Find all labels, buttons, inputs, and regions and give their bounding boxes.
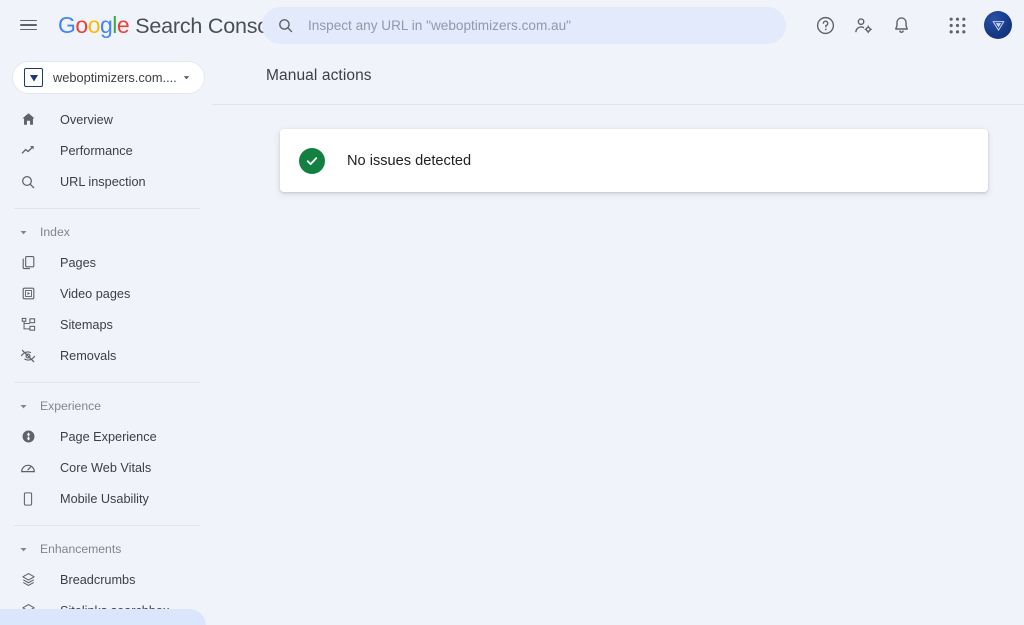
main-content: Manual actions No issues detected <box>212 50 1024 625</box>
property-selector-label: weboptimizers.com.... <box>53 70 177 85</box>
sidebar-item-label: Pages <box>60 255 96 270</box>
check-circle-icon <box>299 147 325 174</box>
sidebar-divider <box>14 382 200 383</box>
search-icon <box>279 19 293 33</box>
sidebar-item-label: Sitemaps <box>60 317 113 332</box>
sidebar-divider <box>14 208 200 209</box>
sidebar-item-breadcrumbs[interactable]: Breadcrumbs <box>0 564 200 595</box>
caret-down-icon <box>20 230 27 234</box>
layers-stack-icon <box>18 571 38 588</box>
sidebar-item-performance[interactable]: Performance <box>0 135 200 166</box>
sidebar-item-label: Video pages <box>60 286 131 301</box>
sidebar-section-experience[interactable]: Experience <box>0 394 212 418</box>
property-shield-icon <box>24 68 43 87</box>
url-inspection-search-bar[interactable] <box>262 7 786 44</box>
brand-logo: Google Search Console <box>58 11 286 39</box>
status-message: No issues detected <box>347 152 472 169</box>
sidebar-item-label: Performance <box>60 143 133 158</box>
sidebar-section-title: Experience <box>40 399 101 413</box>
caret-down-icon <box>20 404 27 408</box>
sidebar-item-label: Overview <box>60 112 113 127</box>
google-apps-grid-icon[interactable] <box>938 6 976 44</box>
speed-gauge-icon <box>18 459 38 477</box>
search-console-app: Google Search Console Inspect any URL in… <box>0 0 1024 625</box>
sidebar-divider <box>14 525 200 526</box>
notifications-bell-icon[interactable] <box>882 6 920 44</box>
pages-copy-icon <box>18 254 38 271</box>
sidebar-item-removals[interactable]: Removals <box>0 340 200 371</box>
top-app-bar: Google Search Console <box>0 0 1024 50</box>
sidebar-item-video-pages[interactable]: Video pages <box>0 278 200 309</box>
hamburger-menu-icon[interactable] <box>8 5 48 45</box>
user-avatar[interactable] <box>984 11 1012 39</box>
google-wordmark: Google <box>58 11 130 38</box>
sidebar: weboptimizers.com.... Overview Performan… <box>0 50 212 625</box>
sidebar-item-pages[interactable]: Pages <box>0 247 200 278</box>
property-selector[interactable]: weboptimizers.com.... <box>12 61 205 94</box>
sidebar-item-core-web-vitals[interactable]: Core Web Vitals <box>0 452 200 483</box>
eye-off-icon <box>18 347 38 365</box>
sidebar-item-label: Removals <box>60 348 117 363</box>
chevron-down-icon <box>183 76 190 80</box>
page-title: Manual actions <box>266 67 372 84</box>
caret-down-icon <box>20 547 27 551</box>
sidebar-item-label: Mobile Usability <box>60 491 149 506</box>
sidebar-item-url-inspection[interactable]: URL inspection <box>0 166 200 197</box>
sidebar-item-mobile-usability[interactable]: Mobile Usability <box>0 483 200 514</box>
sidebar-section-index[interactable]: Index <box>0 220 212 244</box>
trending-up-icon <box>18 142 38 159</box>
avatar-mark-icon <box>992 20 1004 31</box>
sidebar-item-label: URL inspection <box>60 174 146 189</box>
sidebar-item-overview[interactable]: Overview <box>0 104 200 135</box>
sidebar-item-label: Breadcrumbs <box>60 572 136 587</box>
page-experience-icon <box>18 428 38 445</box>
sitemap-tree-icon <box>18 316 38 333</box>
header-actions <box>806 0 1014 50</box>
sidebar-section-title: Enhancements <box>40 542 122 556</box>
title-divider <box>212 104 1024 105</box>
search-input[interactable] <box>308 18 786 33</box>
sidebar-section-enhancements[interactable]: Enhancements <box>0 537 212 561</box>
sidebar-item-label: Core Web Vitals <box>60 460 152 475</box>
sidebar-selected-item-partial[interactable] <box>0 609 206 625</box>
search-icon <box>18 174 38 190</box>
primary-nav: Overview Performance URL inspection Inde… <box>0 104 212 625</box>
mobile-phone-icon <box>18 491 38 507</box>
account-settings-icon[interactable] <box>844 6 882 44</box>
sidebar-item-sitemaps[interactable]: Sitemaps <box>0 309 200 340</box>
sidebar-item-page-experience[interactable]: Page Experience <box>0 421 200 452</box>
sidebar-section-title: Index <box>40 225 70 239</box>
video-page-icon <box>18 285 38 302</box>
help-icon[interactable] <box>806 6 844 44</box>
status-card: No issues detected <box>280 129 988 192</box>
sidebar-item-label: Page Experience <box>60 429 157 444</box>
home-icon <box>18 111 38 128</box>
